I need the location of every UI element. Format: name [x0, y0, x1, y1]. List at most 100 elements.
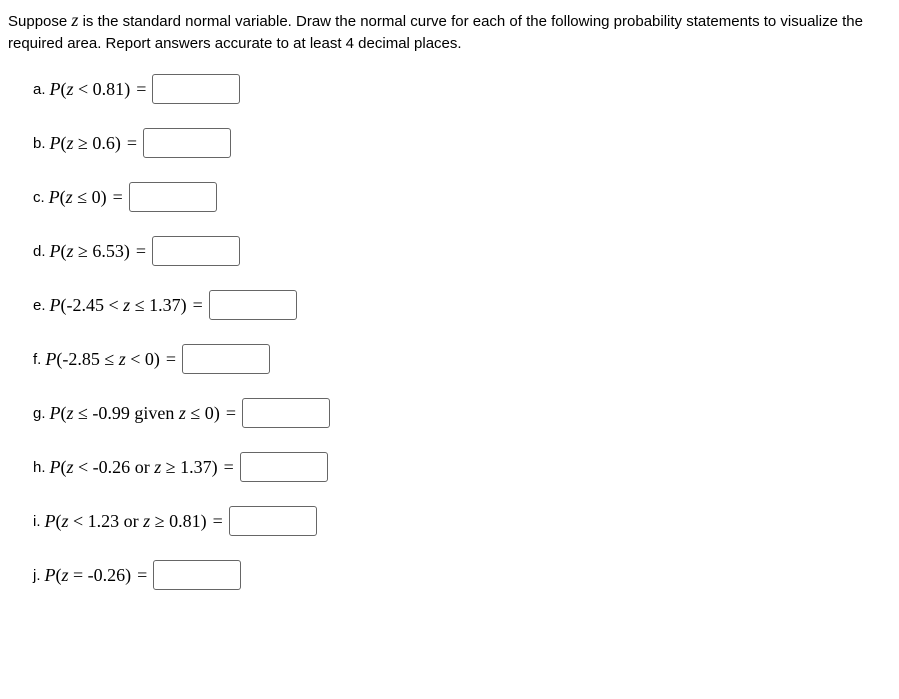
intro-line1: Suppose [8, 13, 71, 30]
expr-j: P(z = -0.26) [45, 565, 132, 586]
answer-input-j[interactable] [153, 560, 241, 590]
expr-j-close: ) [125, 565, 131, 585]
equals-a: = [136, 79, 146, 100]
equals-e: = [193, 295, 203, 316]
expr-i-op: < 1.23 [69, 511, 120, 531]
expr-i-op2: ≥ 0.81 [150, 511, 200, 531]
expr-h-op2: ≥ 1.37 [161, 457, 211, 477]
label-g: g. [33, 405, 46, 422]
label-d: d. [33, 243, 46, 260]
intro-line2: is the standard normal variable. Draw th… [8, 13, 863, 52]
question-c: c. P(z ≤ 0) = [33, 182, 891, 212]
equals-h: = [224, 457, 234, 478]
answer-input-c[interactable] [129, 182, 217, 212]
label-e: e. [33, 297, 46, 314]
expr-d-op: ≥ 6.53 [74, 241, 124, 261]
expr-i-close: ) [201, 511, 207, 531]
expr-d-z: z [67, 241, 74, 261]
equals-i: = [213, 511, 223, 532]
answer-input-g[interactable] [242, 398, 330, 428]
expr-j-op: = -0.26 [69, 565, 126, 585]
expr-f-z: z [119, 349, 126, 369]
expr-i-z: z [62, 511, 69, 531]
question-f: f. P(-2.85 ≤ z < 0) = [33, 344, 891, 374]
expr-f: P(-2.85 ≤ z < 0) [45, 349, 160, 370]
expr-i: P(z < 1.23 or z ≥ 0.81) [45, 511, 207, 532]
intro-text: Suppose z is the standard normal variabl… [8, 8, 891, 54]
expr-e-left: -2.45 < [67, 295, 124, 315]
expr-f-P: P [45, 349, 56, 369]
expr-i-or: or [119, 511, 143, 531]
expr-f-left: -2.85 ≤ [62, 349, 118, 369]
expr-g-op2: ≤ 0 [186, 403, 214, 423]
expr-g-close: ) [214, 403, 220, 423]
expr-b-op: ≥ 0.6 [74, 133, 115, 153]
expr-d-close: ) [124, 241, 130, 261]
expr-a-op: < 0.81 [74, 79, 125, 99]
answer-input-d[interactable] [152, 236, 240, 266]
label-b: b. [33, 135, 46, 152]
label-c: c. [33, 189, 45, 206]
question-g: g. P(z ≤ -0.99 given z ≤ 0) = [33, 398, 891, 428]
expr-d: P(z ≥ 6.53) [50, 241, 130, 262]
expr-h: P(z < -0.26 or z ≥ 1.37) [50, 457, 218, 478]
expr-a-z: z [67, 79, 74, 99]
question-e: e. P(-2.45 < z ≤ 1.37) = [33, 290, 891, 320]
answer-input-f[interactable] [182, 344, 270, 374]
expr-b-P: P [50, 133, 61, 153]
label-f: f. [33, 351, 41, 368]
answer-input-a[interactable] [152, 74, 240, 104]
answer-input-e[interactable] [209, 290, 297, 320]
equals-d: = [136, 241, 146, 262]
expr-g-given: given [134, 403, 179, 423]
question-i: i. P(z < 1.23 or z ≥ 0.81) = [33, 506, 891, 536]
expr-h-z: z [67, 457, 74, 477]
expr-c-z: z [66, 187, 73, 207]
answer-input-h[interactable] [240, 452, 328, 482]
label-j: j. [33, 567, 41, 584]
question-a: a. P(z < 0.81) = [33, 74, 891, 104]
equals-c: = [113, 187, 123, 208]
expr-f-op: < 0 [126, 349, 154, 369]
label-h: h. [33, 459, 46, 476]
answer-input-i[interactable] [229, 506, 317, 536]
expr-h-op: < -0.26 [74, 457, 131, 477]
expr-a: P(z < 0.81) [50, 79, 131, 100]
expr-c-P: P [49, 187, 60, 207]
expr-f-close: ) [154, 349, 160, 369]
expr-h-close: ) [212, 457, 218, 477]
expr-c-op: ≤ 0 [73, 187, 101, 207]
expr-d-P: P [50, 241, 61, 261]
expr-i-P: P [45, 511, 56, 531]
expr-g-op: ≤ -0.99 [74, 403, 135, 423]
label-a: a. [33, 81, 46, 98]
questions-list: a. P(z < 0.81) = b. P(z ≥ 0.6) = c. P(z … [8, 74, 891, 590]
question-j: j. P(z = -0.26) = [33, 560, 891, 590]
expr-c: P(z ≤ 0) [49, 187, 107, 208]
expr-j-z: z [62, 565, 69, 585]
question-h: h. P(z < -0.26 or z ≥ 1.37) = [33, 452, 891, 482]
expr-h-P: P [50, 457, 61, 477]
expr-b-close: ) [115, 133, 121, 153]
expr-c-close: ) [101, 187, 107, 207]
equals-g: = [226, 403, 236, 424]
answer-input-b[interactable] [143, 128, 231, 158]
question-b: b. P(z ≥ 0.6) = [33, 128, 891, 158]
expr-g-P: P [50, 403, 61, 423]
expr-g: P(z ≤ -0.99 given z ≤ 0) [50, 403, 220, 424]
label-i: i. [33, 513, 41, 530]
expr-a-close: ) [124, 79, 130, 99]
equals-j: = [137, 565, 147, 586]
expr-e-close: ) [181, 295, 187, 315]
equals-f: = [166, 349, 176, 370]
expr-j-P: P [45, 565, 56, 585]
expr-g-z: z [67, 403, 74, 423]
expr-e-op: ≤ 1.37 [130, 295, 180, 315]
expr-g-z2: z [179, 403, 186, 423]
expr-b-z: z [67, 133, 74, 153]
equals-b: = [127, 133, 137, 154]
expr-h-or: or [130, 457, 154, 477]
expr-a-P: P [50, 79, 61, 99]
expr-b: P(z ≥ 0.6) [50, 133, 121, 154]
expr-e: P(-2.45 < z ≤ 1.37) [50, 295, 187, 316]
